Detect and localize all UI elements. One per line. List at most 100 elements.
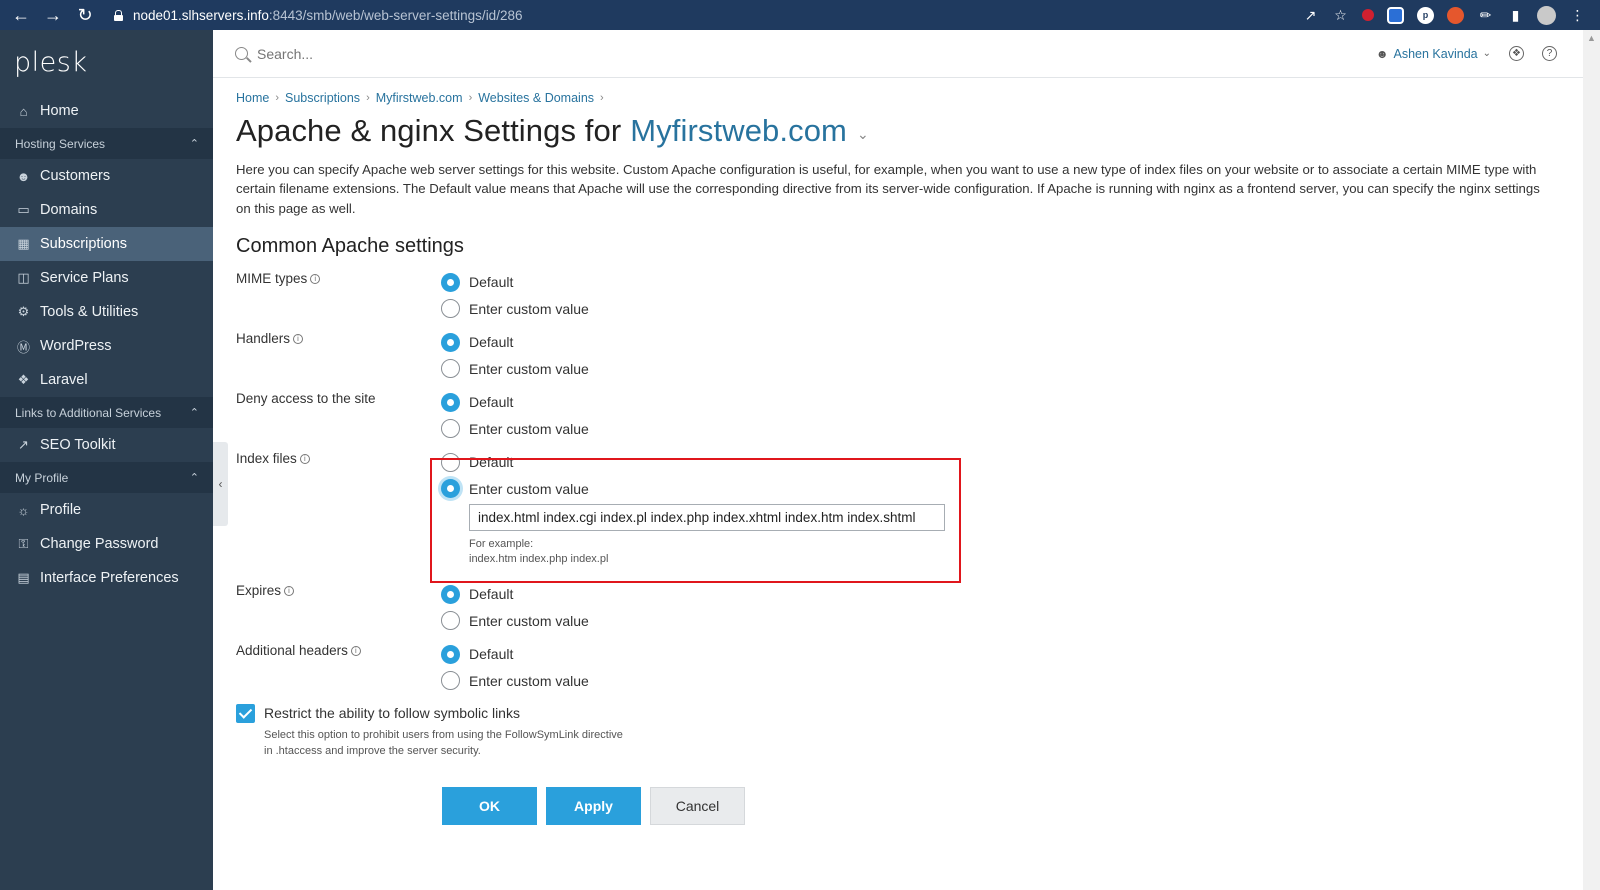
sidebar-item-service-plans[interactable]: ◫ Service Plans: [0, 261, 213, 295]
extension-orange-icon[interactable]: [1447, 6, 1464, 24]
reload-icon[interactable]: ↻: [76, 5, 94, 26]
breadcrumb-websites-domains[interactable]: Websites & Domains: [478, 91, 594, 105]
sidebar-collapse-handle[interactable]: ‹: [213, 442, 228, 526]
sidebar-group-my-profile[interactable]: My Profile ⌃: [0, 462, 213, 493]
radio-button[interactable]: [441, 671, 460, 691]
sidebar-group-links[interactable]: Links to Additional Services ⌃: [0, 397, 213, 428]
setting-label: MIME types i: [236, 269, 441, 322]
key-icon: ⚿: [18, 536, 29, 551]
breadcrumb-site[interactable]: Myfirstweb.com: [376, 91, 463, 105]
setting-label: Additional headers i: [236, 641, 441, 694]
home-icon: ⌂: [19, 103, 28, 119]
sidebar-item-domains[interactable]: ▭ Domains: [0, 193, 213, 227]
sidebar-group-hosting-services[interactable]: Hosting Services ⌃: [0, 128, 213, 159]
suggestions-icon[interactable]: ❖: [1509, 46, 1524, 61]
radio-button[interactable]: [441, 584, 460, 604]
top-bar: ☻ Ashen Kavinda ⌄ ❖ ?: [213, 30, 1583, 78]
radio-option-default[interactable]: Default: [441, 329, 589, 356]
profile-card-icon: ☼: [17, 502, 30, 518]
radio-label: Enter custom value: [469, 612, 589, 629]
radio-option-default[interactable]: Default: [441, 389, 589, 416]
radio-option-default[interactable]: Default: [441, 641, 589, 668]
radio-label: Default: [469, 646, 514, 663]
back-arrow-icon[interactable]: ←: [12, 5, 30, 26]
radio-button[interactable]: [441, 392, 460, 412]
info-icon[interactable]: i: [310, 273, 321, 284]
share-icon[interactable]: ↗: [1302, 7, 1319, 24]
setting-label-text: Additional headers: [236, 642, 348, 658]
sidebar-item-profile[interactable]: ☼ Profile: [0, 493, 213, 527]
symlinks-checkbox[interactable]: [236, 703, 255, 723]
chevron-up-icon: ⌃: [189, 472, 199, 484]
address-bar[interactable]: node01.slhservers.info:8443/smb/web/web-…: [114, 8, 522, 23]
chart-icon: ↗: [18, 437, 29, 452]
radio-option-default[interactable]: Default: [441, 269, 589, 296]
sidebar-item-label: Service Plans: [40, 270, 129, 286]
sidebar-item-customers[interactable]: ☻ Customers: [0, 159, 213, 193]
ok-button[interactable]: OK: [442, 786, 537, 825]
setting-label-text: MIME types: [236, 270, 308, 286]
radio-option-custom[interactable]: Enter custom value: [441, 355, 589, 382]
section-title: Common Apache settings: [236, 234, 464, 257]
radio-option-custom[interactable]: Enter custom value: [441, 415, 589, 442]
radio-option-default[interactable]: Default: [441, 581, 589, 608]
extension-circle-icon[interactable]: p: [1417, 6, 1434, 24]
bookmark-star-icon[interactable]: ☆: [1332, 7, 1349, 24]
monitor-icon: ▭: [17, 202, 30, 217]
radio-option-custom[interactable]: Enter custom value: [441, 667, 589, 694]
help-icon[interactable]: ?: [1542, 46, 1557, 61]
chevron-down-icon: ⌄: [1482, 48, 1491, 59]
setting-additional-headers: Additional headers i Default Enter custom…: [236, 641, 1566, 694]
radio-button[interactable]: [441, 332, 460, 352]
breadcrumb: Home › Subscriptions › Myfirstweb.com › Web…: [236, 91, 1566, 105]
breadcrumb-home[interactable]: Home: [236, 91, 269, 105]
cancel-button[interactable]: Cancel: [650, 786, 745, 825]
browser-menu-icon[interactable]: ⋮: [1569, 7, 1586, 24]
user-menu[interactable]: ☻ Ashen Kavinda ⌄: [1376, 47, 1491, 61]
radio-button[interactable]: [441, 611, 460, 631]
search-input[interactable]: [257, 45, 557, 62]
sidebar-item-home[interactable]: ⌂ Home: [0, 94, 213, 128]
side-panel-icon[interactable]: ▮: [1507, 7, 1524, 24]
radio-option-custom[interactable]: Enter custom value: [441, 295, 589, 322]
apply-button[interactable]: Apply: [546, 786, 641, 825]
extension-blue-icon[interactable]: [1387, 6, 1404, 24]
sidebar-item-change-password[interactable]: ⚿ Change Password: [0, 527, 213, 561]
lock-icon: [114, 9, 123, 21]
sidebar-item-seo-toolkit[interactable]: ↗ SEO Toolkit: [0, 428, 213, 462]
forward-arrow-icon[interactable]: →: [44, 5, 62, 26]
radio-option-custom[interactable]: Enter custom value: [441, 607, 589, 634]
sidebar-item-wordpress[interactable]: Ⓜ WordPress: [0, 329, 213, 363]
url-host: node01.slhservers.info: [133, 7, 269, 23]
extension-red-icon[interactable]: [1362, 9, 1374, 21]
sidebar-item-laravel[interactable]: ❖ Laravel: [0, 363, 213, 397]
page-title-site[interactable]: Myfirstweb.com: [630, 113, 847, 149]
sidebar-item-label: Customers: [40, 168, 111, 184]
sliders-icon: ⚙: [17, 304, 30, 319]
plesk-logo[interactable]: plesk: [0, 30, 213, 94]
sidebar-item-interface-preferences[interactable]: ▤ Interface Preferences: [0, 561, 213, 595]
sidebar-item-label: Profile: [40, 502, 82, 518]
radio-button[interactable]: [441, 272, 460, 292]
search-box[interactable]: [235, 45, 557, 62]
chevron-down-icon[interactable]: ⌄: [857, 126, 869, 143]
info-icon[interactable]: i: [293, 333, 304, 344]
scroll-up-arrow-icon[interactable]: ▲: [1583, 33, 1600, 43]
radio-button[interactable]: [441, 419, 460, 439]
radio-button[interactable]: [441, 359, 460, 379]
search-icon: [235, 47, 248, 60]
sidebar-item-tools-utilities[interactable]: ⚙ Tools & Utilities: [0, 295, 213, 329]
radio-button[interactable]: [441, 299, 460, 319]
radio-button[interactable]: [441, 644, 460, 664]
info-icon[interactable]: i: [350, 645, 361, 656]
wordpress-icon: Ⓜ: [16, 339, 30, 355]
info-icon[interactable]: i: [284, 585, 295, 596]
browser-profile-avatar[interactable]: [1537, 5, 1556, 25]
info-icon[interactable]: i: [299, 453, 310, 464]
symlinks-label[interactable]: Restrict the ability to follow symbolic …: [264, 704, 520, 721]
sidebar-item-subscriptions[interactable]: ▦ Subscriptions: [0, 227, 213, 261]
setting-expires: Expires i Default Enter custom value: [236, 581, 1566, 634]
extensions-puzzle-icon[interactable]: ✏: [1477, 7, 1494, 24]
page-scrollbar[interactable]: ▲: [1583, 30, 1600, 890]
breadcrumb-subscriptions[interactable]: Subscriptions: [285, 91, 360, 105]
